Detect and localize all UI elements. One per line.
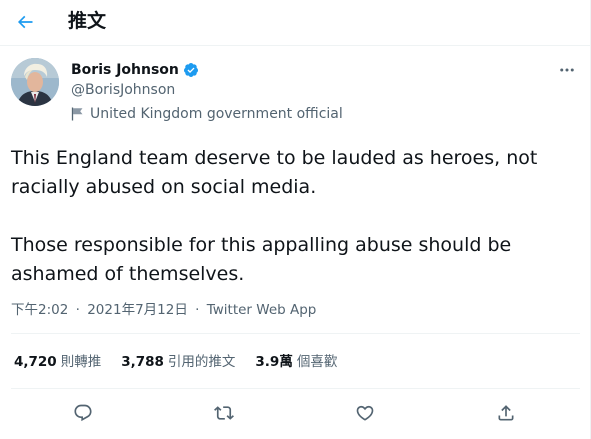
meta-separator: · [75, 302, 80, 318]
government-label-text: United Kingdom government official [90, 106, 343, 122]
avatar[interactable] [11, 58, 59, 106]
more-horizontal-icon [560, 68, 574, 72]
author-name-text[interactable]: Boris Johnson [71, 61, 179, 79]
author-name[interactable]: Boris Johnson [71, 61, 199, 79]
heart-icon [356, 405, 374, 421]
reply-icon [74, 404, 92, 422]
share-icon [498, 405, 514, 421]
retweets-stat[interactable]: 4,720 則轉推 [14, 353, 101, 371]
avatar-image [11, 58, 59, 106]
quotes-count: 3,788 [121, 354, 164, 370]
retweet-icon [214, 406, 234, 420]
tweet-page: 推文 Boris Johnson @BorisJohnson United Ki… [0, 0, 591, 439]
share-button[interactable] [489, 396, 523, 430]
tweet-date[interactable]: 2021年7月12日 [87, 302, 188, 318]
tweet-text: This England team deserve to be lauded a… [11, 144, 579, 289]
likes-label: 個喜歡 [296, 354, 338, 370]
author-handle[interactable]: @BorisJohnson [71, 81, 175, 99]
header-bar: 推文 [0, 0, 590, 46]
tweet-paragraph: Those responsible for this appalling abu… [11, 234, 512, 285]
quotes-stat[interactable]: 3,788 引用的推文 [121, 353, 235, 371]
tweet-stats: 4,720 則轉推 3,788 引用的推文 3.9萬 個喜歡 [14, 353, 357, 371]
retweet-button[interactable] [207, 396, 241, 430]
likes-count: 3.9萬 [255, 354, 293, 370]
retweets-label: 則轉推 [60, 354, 102, 370]
tweet-meta: 下午2:02 · 2021年7月12日 · Twitter Web App [11, 301, 316, 319]
quotes-label: 引用的推文 [167, 354, 236, 370]
tweet-actions [0, 396, 590, 430]
arrow-left-icon [17, 15, 33, 29]
tweet-time[interactable]: 下午2:02 [11, 302, 68, 318]
verified-badge-icon [183, 63, 198, 77]
retweets-count: 4,720 [14, 354, 57, 370]
tweet-source[interactable]: Twitter Web App [207, 302, 317, 318]
more-options-button[interactable] [553, 58, 581, 82]
reply-button[interactable] [66, 396, 100, 430]
tweet-paragraph: This England team deserve to be lauded a… [11, 147, 538, 198]
divider [11, 333, 580, 334]
flag-icon [71, 107, 83, 121]
government-label: United Kingdom government official [71, 105, 343, 123]
back-button[interactable] [8, 5, 42, 39]
page-title: 推文 [68, 10, 107, 32]
likes-stat[interactable]: 3.9萬 個喜歡 [255, 353, 337, 371]
divider [11, 388, 580, 389]
meta-separator: · [195, 302, 200, 318]
like-button[interactable] [348, 396, 382, 430]
